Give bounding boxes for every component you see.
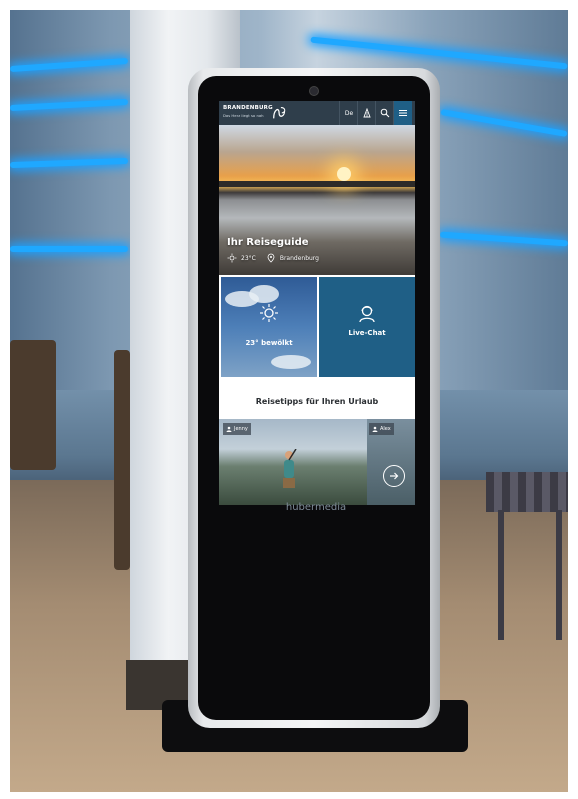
menu-icon — [399, 110, 407, 116]
top-bar: BRANDENBURG Das Herz liegt so nah De — [219, 101, 415, 125]
chat-agent-icon — [359, 305, 375, 323]
kayaker-figure — [283, 449, 297, 488]
author-tag: Alex — [369, 423, 394, 435]
weather-label: 23° bewölkt — [245, 339, 293, 347]
author-name: Jenny — [234, 426, 248, 432]
sunset-sun — [337, 167, 351, 181]
user-icon — [226, 426, 232, 432]
weather-tile[interactable]: 23° bewölkt — [221, 277, 317, 377]
stool — [486, 472, 568, 512]
kiosk: BRANDENBURG Das Herz liegt so nah De Ihr — [188, 68, 440, 728]
logo-subtitle: Das Herz liegt so nah — [223, 113, 264, 118]
hero-meta: 23°C Brandenburg — [227, 253, 319, 263]
live-chat-label: Live-Chat — [348, 329, 386, 337]
author-tag: Jenny — [223, 423, 251, 435]
sun-icon — [260, 304, 278, 322]
search-button[interactable] — [375, 101, 394, 125]
arrow-right-icon — [390, 472, 399, 480]
location-pin-icon — [267, 253, 275, 263]
tip-card[interactable]: Jenny — [219, 419, 367, 505]
language-label: De — [344, 109, 354, 117]
tip-card[interactable]: Alex — [367, 419, 415, 505]
user-icon — [372, 426, 378, 432]
next-button[interactable] — [383, 465, 405, 487]
cloud — [271, 355, 311, 369]
stool-leg — [556, 510, 562, 640]
neon-strip — [10, 246, 128, 252]
hiking-icon — [363, 108, 371, 118]
camera-icon — [309, 86, 319, 96]
tips-title: Reisetipps für Ihren Urlaub — [255, 397, 379, 406]
hiking-button[interactable] — [357, 101, 376, 125]
kiosk-screen: BRANDENBURG Das Herz liegt so nah De Ihr — [219, 101, 415, 505]
brandenburg-logo-icon — [273, 107, 286, 119]
hero-title: Ihr Reiseguide — [227, 237, 309, 248]
stool-leg — [498, 510, 504, 640]
location-label: Brandenburg — [279, 254, 319, 262]
brand-label: hubermedia — [285, 502, 347, 513]
tree-line — [219, 181, 415, 187]
language-button[interactable]: De — [339, 101, 358, 125]
menu-button[interactable] — [393, 101, 412, 125]
cloud — [249, 285, 279, 303]
live-chat-tile[interactable]: Live-Chat — [319, 277, 415, 377]
logo-title: BRANDENBURG — [223, 105, 273, 111]
temperature-label: 23°C — [241, 254, 256, 262]
sun-icon — [227, 253, 237, 263]
chair — [114, 350, 130, 570]
author-name: Alex — [380, 426, 391, 432]
chair — [10, 340, 56, 470]
hero-banner[interactable]: Ihr Reiseguide 23°C Brandenburg — [219, 125, 415, 275]
tips-carousel[interactable]: Jenny Alex — [219, 419, 415, 505]
search-icon — [380, 108, 390, 118]
